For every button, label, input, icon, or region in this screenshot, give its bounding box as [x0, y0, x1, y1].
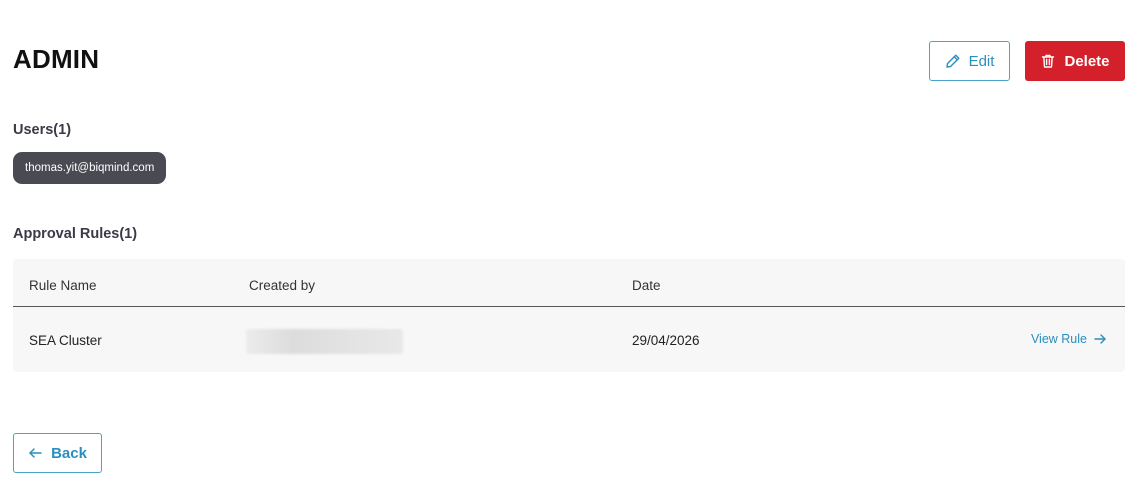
back-button-label: Back [51, 444, 87, 462]
edit-button[interactable]: Edit [929, 41, 1010, 81]
back-button[interactable]: Back [13, 433, 102, 473]
date-cell: 29/04/2026 [632, 333, 700, 348]
arrow-left-icon [28, 446, 43, 460]
approval-rules-table: Rule Name Created by Date SEA Cluster 29… [13, 259, 1125, 372]
edit-button-label: Edit [968, 52, 995, 70]
approval-rules-section-label: Approval Rules(1) [13, 226, 138, 242]
column-header-date: Date [632, 278, 661, 293]
created-by-cell-redacted [246, 329, 403, 354]
table-header: Rule Name Created by Date [13, 259, 1125, 307]
view-rule-label: View Rule [1030, 332, 1087, 346]
trash-icon [1040, 53, 1056, 69]
rule-name-cell: SEA Cluster [29, 333, 102, 348]
page-title: ADMIN [13, 44, 100, 74]
column-header-rule-name: Rule Name [29, 278, 97, 293]
arrow-right-icon [1093, 332, 1107, 346]
delete-button-label: Delete [1064, 52, 1110, 70]
pencil-icon [945, 53, 961, 69]
delete-button[interactable]: Delete [1025, 41, 1125, 81]
users-section-label: Users(1) [13, 122, 72, 138]
user-chip[interactable]: thomas.yit@biqmind.com [13, 152, 167, 184]
column-header-created-by: Created by [249, 278, 316, 293]
view-rule-link[interactable]: View Rule [1031, 332, 1107, 346]
